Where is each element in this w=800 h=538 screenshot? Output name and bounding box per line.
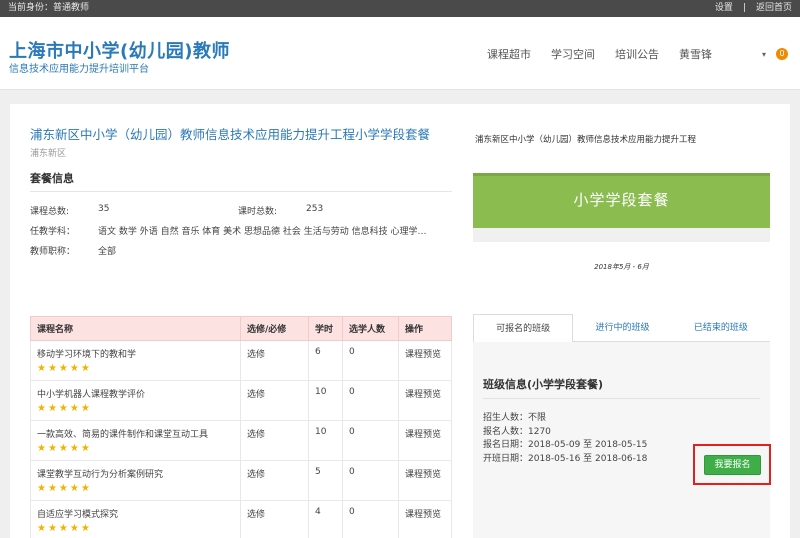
course-name-cell: 移动学习环境下的教和学 ★★★★★ [30,340,241,381]
table-row: 一款高效、简易的课件制作和课堂互动工具 ★★★★★ 选修 10 0 课程预览 [30,420,452,461]
subjects-label: 任教学科： [30,227,76,237]
course-name[interactable]: 中小学机器人课程教学评价 [37,387,234,400]
class-dates: 开班日期：2018-05-16 至 2018-06-18 [483,453,648,464]
course-name-cell: 自适应学习模式探究 ★★★★★ [30,500,241,538]
nav-training-notice[interactable]: 培训公告 [615,46,659,62]
col-learners: 选学人数 [342,316,399,341]
table-row: 中小学机器人课程教学评价 ★★★★★ 选修 10 0 课程预览 [30,380,452,421]
star-rating-icon: ★★★★★ [37,403,92,414]
enrolled-count: 报名人数：1270 [483,426,551,437]
table-row: 课堂教学互动行为分析案例研究 ★★★★★ 选修 5 0 课程预览 [30,460,452,501]
tab-open-classes[interactable]: 可报名的班级 [473,314,574,343]
info-row-counts: 课程总数: 35 课时总数: 253 [30,204,452,224]
table-row: 移动学习环境下的教和学 ★★★★★ 选修 6 0 课程预览 [30,340,452,381]
site-logo-subtitle: 信息技术应用能力提升培训平台 [9,64,149,75]
chevron-down-icon[interactable]: ▾ [762,50,766,59]
col-type: 选修/必修 [240,316,309,341]
course-preview-link[interactable]: 课程预览 [398,500,452,538]
settings-link[interactable]: 设置 [715,0,733,17]
course-learners: 0 [342,340,399,381]
course-type: 选修 [240,460,309,501]
top-bar: 当前身份：普通教师 设置 | 返回首页 [0,0,800,17]
course-name[interactable]: 课堂教学互动行为分析案例研究 [37,467,234,480]
banner-text: 小学学段套餐 [573,191,670,209]
user-name[interactable]: 黄雪锋 [679,46,712,62]
course-preview-link[interactable]: 课程预览 [398,340,452,381]
divider [483,398,760,399]
top-links: 设置 | 返回首页 [715,0,792,17]
course-learners: 0 [342,500,399,538]
site-header: 上海市中小学(幼儿园)教师 信息技术应用能力提升培训平台 课程超市 学习空间 培… [0,17,800,90]
table-row: 自适应学习模式探究 ★★★★★ 选修 4 0 课程预览 [30,500,452,538]
course-name[interactable]: 自适应学习模式探究 [37,507,234,520]
course-hours: 10 [308,380,343,421]
hours-label: 课时总数: [238,207,278,217]
course-count-label: 课程总数: [30,207,70,217]
course-type: 选修 [240,340,309,381]
package-district: 浦东新区 [30,149,67,159]
banner-footer [473,228,770,242]
info-row-subjects: 任教学科： 语文 数学 外语 自然 音乐 体育 美术 思想品德 社会 生活与劳动… [30,224,452,244]
star-rating-icon: ★★★★★ [37,363,92,374]
enroll-button[interactable]: 我要报名 [704,455,761,475]
package-details: 课程总数: 35 课时总数: 253 任教学科： 语文 数学 外语 自然 音乐 … [30,204,452,264]
course-type: 选修 [240,420,309,461]
divider [30,191,452,192]
col-hours: 学时 [308,316,343,341]
package-info: 浦东新区中小学（幼儿园）教师信息技术应用能力提升工程小学学段套餐 浦东新区 套餐… [30,124,452,257]
table-header-row: 课程名称 选修/必修 学时 选学人数 操作 [30,316,452,341]
course-name[interactable]: 一款高效、简易的课件制作和课堂互动工具 [37,427,234,440]
section-title: 套餐信息 [30,172,74,185]
signup-dates: 报名日期：2018-05-09 至 2018-05-15 [483,440,648,450]
main-nav: 课程超市 学习空间 培训公告 黄雪锋 ▾ 0 [467,46,788,62]
class-tabs: 可报名的班级 进行中的班级 已结束的班级 [473,314,770,343]
col-course-name: 课程名称 [30,316,241,341]
current-identity: 当前身份：普通教师 [8,3,90,13]
course-count-value: 35 [98,204,110,214]
course-name[interactable]: 移动学习环境下的教和学 [37,347,234,360]
star-rating-icon: ★★★★★ [37,443,92,454]
course-type: 选修 [240,500,309,538]
package-title: 浦东新区中小学（幼儿园）教师信息技术应用能力提升工程小学学段套餐 [30,127,431,142]
class-title: 班级信息(小学学段套餐) [483,378,604,391]
star-rating-icon: ★★★★★ [37,483,92,494]
subjects-value: 语文 数学 外语 自然 音乐 体育 美术 思想品德 社会 生活与劳动 信息科技 … [98,227,427,237]
course-name-cell: 课堂教学互动行为分析案例研究 ★★★★★ [30,460,241,501]
home-link[interactable]: 返回首页 [756,0,792,17]
course-hours: 4 [308,500,343,538]
course-learners: 0 [342,460,399,501]
course-hours: 10 [308,420,343,461]
enroll-limit: 招生人数：不限 [483,413,547,423]
titles-value: 全部 [98,247,117,257]
class-info-panel: 班级信息(小学学段套餐) 招生人数：不限 报名人数：1270 报名日期：2018… [473,342,771,538]
tab-ongoing-classes[interactable]: 进行中的班级 [573,314,671,341]
nav-learning-space[interactable]: 学习空间 [551,46,595,62]
course-preview-link[interactable]: 课程预览 [398,460,452,501]
project-title: 浦东新区中小学（幼儿园）教师信息技术应用能力提升工程 [475,135,697,145]
enroll-highlight: 我要报名 [693,444,771,485]
course-name-cell: 中小学机器人课程教学评价 ★★★★★ [30,380,241,421]
package-banner: 小学学段套餐 [473,173,770,228]
main-panel: 浦东新区中小学（幼儿园）教师信息技术应用能力提升工程小学学段套餐 浦东新区 套餐… [10,104,790,538]
banner-date: 2018年5月 - 6月 [594,263,649,271]
top-separator: | [742,3,746,13]
star-rating-icon: ★★★★★ [37,523,92,534]
course-table: 课程名称 选修/必修 学时 选学人数 操作 移动学习环境下的教和学 ★★★★★ … [30,316,452,538]
titles-label: 教师职称： [30,247,76,257]
course-hours: 6 [308,340,343,381]
course-hours: 5 [308,460,343,501]
notification-badge[interactable]: 0 [776,48,788,60]
course-name-cell: 一款高效、简易的课件制作和课堂互动工具 ★★★★★ [30,420,241,461]
course-learners: 0 [342,380,399,421]
info-row-titles: 教师职称： 全部 [30,244,452,264]
col-action: 操作 [398,316,452,341]
hours-value: 253 [306,204,324,214]
class-details: 招生人数：不限 报名人数：1270 报名日期：2018-05-09 至 2018… [483,412,647,466]
course-preview-link[interactable]: 课程预览 [398,420,452,461]
course-type: 选修 [240,380,309,421]
nav-course-market[interactable]: 课程超市 [487,46,531,62]
tab-finished-classes[interactable]: 已结束的班级 [672,314,770,341]
course-learners: 0 [342,420,399,461]
course-preview-link[interactable]: 课程预览 [398,380,452,421]
